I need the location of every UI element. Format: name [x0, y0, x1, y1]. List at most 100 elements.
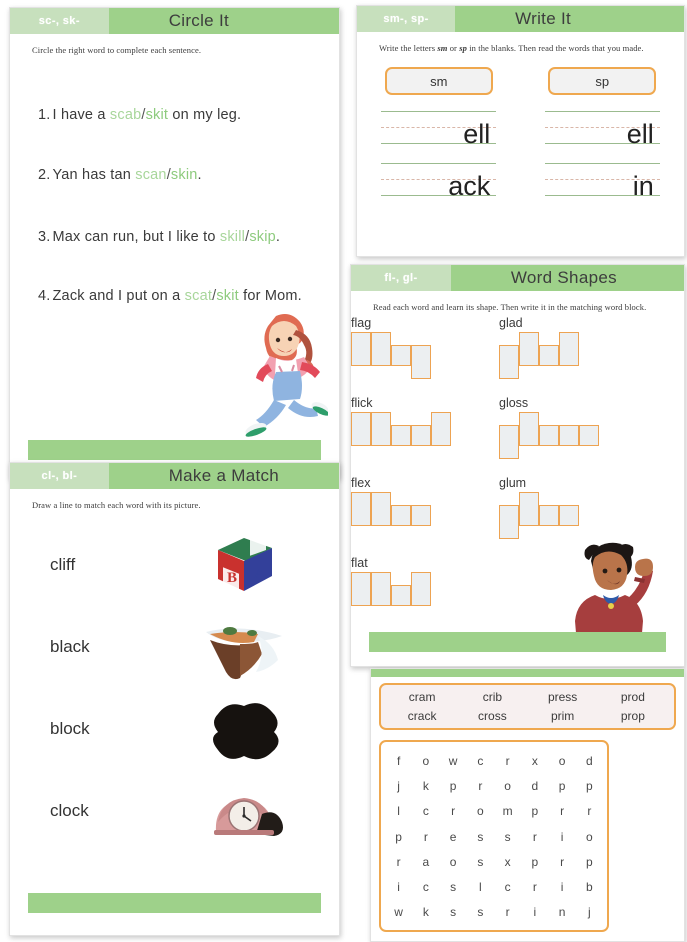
grid-letter[interactable]: i: [549, 875, 576, 900]
letter-box-desc[interactable]: [499, 345, 519, 379]
choice-word-a[interactable]: scan: [135, 167, 166, 183]
word-shape-glum[interactable]: glum: [499, 476, 579, 539]
letter-box-tall[interactable]: [371, 332, 391, 366]
match-row[interactable]: block: [10, 688, 339, 770]
letter-box-desc[interactable]: [411, 345, 431, 379]
letter-box-short[interactable]: [539, 425, 559, 446]
choice-word-b[interactable]: skip: [249, 229, 276, 245]
grid-letter[interactable]: p: [576, 850, 603, 875]
grid-letter[interactable]: o: [494, 774, 521, 799]
letter-box-tall[interactable]: [351, 572, 371, 606]
grid-letter[interactable]: s: [467, 850, 494, 875]
choice-word-a[interactable]: scat: [185, 288, 212, 304]
grid-letter[interactable]: r: [521, 875, 548, 900]
grid-letter[interactable]: c: [494, 875, 521, 900]
grid-letter[interactable]: x: [521, 749, 548, 774]
grid-letter[interactable]: o: [576, 825, 603, 850]
grid-letter[interactable]: j: [385, 774, 412, 799]
grid-letter[interactable]: s: [467, 825, 494, 850]
letter-box-short[interactable]: [391, 345, 411, 366]
grid-letter[interactable]: j: [576, 900, 603, 925]
letter-box-tall[interactable]: [351, 332, 371, 366]
grid-letter[interactable]: m: [494, 799, 521, 824]
grid-letter[interactable]: r: [412, 825, 439, 850]
grid-letter[interactable]: k: [412, 900, 439, 925]
grid-letter[interactable]: r: [521, 825, 548, 850]
letter-box-short[interactable]: [559, 505, 579, 526]
letter-box-tall[interactable]: [371, 572, 391, 606]
word-shape-flick[interactable]: flick: [351, 396, 451, 454]
letter-box-short[interactable]: [579, 425, 599, 446]
word-shape-flat[interactable]: flat: [351, 556, 431, 614]
grid-letter[interactable]: o: [412, 749, 439, 774]
grid-letter[interactable]: n: [549, 900, 576, 925]
choice-word-b[interactable]: skit: [146, 107, 169, 123]
grid-letter[interactable]: o: [467, 799, 494, 824]
letter-box-tall[interactable]: [519, 492, 539, 526]
grid-letter[interactable]: s: [494, 825, 521, 850]
letter-box-tall[interactable]: [519, 332, 539, 366]
letter-box-tall[interactable]: [371, 492, 391, 526]
grid-letter[interactable]: k: [412, 774, 439, 799]
grid-letter[interactable]: p: [521, 799, 548, 824]
grid-letter[interactable]: r: [576, 799, 603, 824]
grid-letter[interactable]: s: [440, 900, 467, 925]
letter-box-short[interactable]: [411, 425, 431, 446]
letter-box-tall[interactable]: [351, 412, 371, 446]
choice-word-a[interactable]: skill: [220, 229, 245, 245]
grid-letter[interactable]: l: [385, 799, 412, 824]
letter-box-short[interactable]: [559, 425, 579, 446]
grid-letter[interactable]: r: [385, 850, 412, 875]
grid-letter[interactable]: d: [521, 774, 548, 799]
write-line-1-left[interactable]: ell: [381, 107, 497, 148]
grid-letter[interactable]: b: [576, 875, 603, 900]
grid-letter[interactable]: r: [494, 900, 521, 925]
grid-letter[interactable]: d: [576, 749, 603, 774]
grid-letter[interactable]: w: [440, 749, 467, 774]
grid-letter[interactable]: i: [521, 900, 548, 925]
grid-letter[interactable]: s: [467, 900, 494, 925]
letter-box-tall[interactable]: [411, 572, 431, 606]
grid-letter[interactable]: o: [440, 850, 467, 875]
match-row[interactable]: black: [10, 606, 339, 688]
write-line-2-right[interactable]: in: [544, 159, 660, 200]
word-shape-flag[interactable]: flag: [351, 316, 431, 379]
word-shape-glad[interactable]: glad: [499, 316, 579, 379]
word-shape-gloss[interactable]: gloss: [499, 396, 599, 459]
letter-box-tall[interactable]: [431, 412, 451, 446]
grid-letter[interactable]: p: [440, 774, 467, 799]
grid-letter[interactable]: p: [576, 774, 603, 799]
match-row[interactable]: cliff B A: [10, 524, 339, 606]
grid-letter[interactable]: x: [494, 850, 521, 875]
grid-letter[interactable]: r: [467, 774, 494, 799]
letter-box-short[interactable]: [391, 505, 411, 526]
letter-box-short[interactable]: [391, 585, 411, 606]
grid-letter[interactable]: e: [440, 825, 467, 850]
choice-word-b[interactable]: skit: [216, 288, 239, 304]
letter-box-short[interactable]: [539, 505, 559, 526]
letter-box-short[interactable]: [391, 425, 411, 446]
letter-box-desc[interactable]: [499, 505, 519, 539]
match-row[interactable]: clock: [10, 770, 339, 852]
grid-letter[interactable]: c: [412, 875, 439, 900]
letter-box-tall[interactable]: [351, 492, 371, 526]
grid-letter[interactable]: f: [385, 749, 412, 774]
grid-letter[interactable]: p: [385, 825, 412, 850]
grid-letter[interactable]: a: [412, 850, 439, 875]
letter-box-tall[interactable]: [371, 412, 391, 446]
write-line-1-right[interactable]: ell: [544, 107, 660, 148]
grid-letter[interactable]: w: [385, 900, 412, 925]
grid-letter[interactable]: i: [385, 875, 412, 900]
letter-box-short[interactable]: [539, 345, 559, 366]
grid-letter[interactable]: s: [440, 875, 467, 900]
grid-letter[interactable]: c: [412, 799, 439, 824]
word-shape-flex[interactable]: flex: [351, 476, 431, 534]
grid-letter[interactable]: p: [521, 850, 548, 875]
grid-letter[interactable]: r: [494, 749, 521, 774]
choice-word-b[interactable]: skin: [171, 167, 198, 183]
letter-box-short[interactable]: [411, 505, 431, 526]
grid-letter[interactable]: o: [549, 749, 576, 774]
write-line-2-left[interactable]: ack: [381, 159, 497, 200]
grid-letter[interactable]: p: [549, 774, 576, 799]
letter-box-desc[interactable]: [499, 425, 519, 459]
